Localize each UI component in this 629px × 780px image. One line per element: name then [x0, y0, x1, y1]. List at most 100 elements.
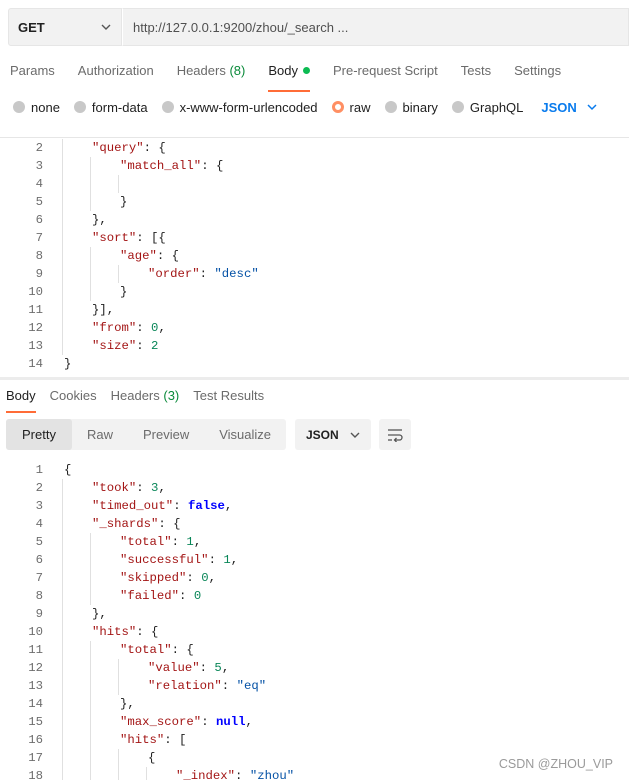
view-pretty-button[interactable]: Pretty: [6, 419, 72, 450]
indent-guide: [62, 749, 63, 767]
code-line: 13 "relation": "eq": [0, 677, 629, 695]
line-number: 12: [28, 321, 43, 335]
url-text: http://127.0.0.1:9200/zhou/_search ...: [133, 19, 349, 35]
code-line: 3 "timed_out": false,: [0, 497, 629, 515]
indent-guide: [118, 265, 119, 283]
code-text: }: [64, 355, 71, 373]
radio-circle-icon: [73, 101, 86, 113]
line-number: 7: [35, 571, 43, 585]
code-line: 9 "order": "desc": [0, 265, 629, 283]
view-raw-button[interactable]: Raw: [72, 419, 128, 450]
chevron-down-icon: [350, 432, 360, 438]
tab-params[interactable]: Params: [0, 56, 65, 86]
indent-guide: [62, 659, 63, 677]
response-format-select[interactable]: JSON: [295, 419, 371, 450]
indent-guide: [62, 515, 63, 533]
code-text: {: [64, 461, 71, 479]
code-token: : {: [156, 249, 180, 263]
code-token: :: [235, 769, 250, 780]
indent-guide: [90, 533, 91, 551]
indent-guide: [90, 283, 91, 301]
radio-form-data[interactable]: form-data: [73, 100, 148, 115]
indent-guide: [62, 319, 63, 337]
indent-guide: [90, 713, 91, 731]
code-line: 13 "size": 2: [0, 337, 629, 355]
url-input[interactable]: http://127.0.0.1:9200/zhou/_search ...: [122, 8, 629, 46]
tab-cookies[interactable]: Cookies: [43, 382, 104, 410]
tab-response-body[interactable]: Body: [0, 382, 43, 413]
code-token: 0: [193, 589, 202, 603]
code-token: }],: [92, 303, 115, 317]
code-text: "relation": "eq": [148, 677, 266, 695]
radio-graphql[interactable]: GraphQL: [451, 100, 523, 115]
code-line: 12 "from": 0,: [0, 319, 629, 337]
indent-guide: [90, 587, 91, 605]
request-body-editor[interactable]: 2 "query": {3 "match_all": {4 5} 6}, 7 "sort":…: [0, 137, 629, 373]
code-token: "hits": [120, 733, 165, 747]
code-token: :: [208, 553, 224, 567]
code-text: "match_all": {: [120, 157, 223, 175]
code-text: {: [148, 749, 155, 767]
code-line: 14},: [0, 695, 629, 713]
radio-circle-icon: [384, 101, 397, 113]
tab-tests[interactable]: Tests: [451, 56, 501, 86]
code-token: "from": [92, 321, 137, 335]
code-text: "max_score": null,: [120, 713, 253, 731]
code-text: }],: [92, 301, 114, 319]
tab-authorization[interactable]: Authorization: [68, 56, 164, 86]
code-line: 2 "query": {: [0, 139, 629, 157]
code-line: 1{: [0, 461, 629, 479]
view-visualize-button[interactable]: Visualize: [204, 419, 286, 450]
line-number: 11: [28, 643, 43, 657]
code-line: 4: [0, 175, 629, 193]
code-token: "query": [92, 141, 144, 155]
wrap-lines-button[interactable]: [379, 419, 411, 450]
tab-body[interactable]: Body: [258, 56, 320, 92]
radio-selected-icon: [331, 101, 344, 113]
view-mode-toolbar: Pretty Raw Preview Visualize: [6, 419, 286, 450]
code-line: 7 "skipped": 0,: [0, 569, 629, 587]
tab-settings[interactable]: Settings: [504, 56, 571, 86]
code-token: "failed": [120, 589, 180, 603]
code-text: "age": {: [120, 247, 179, 265]
code-token: "max_score": [120, 715, 202, 729]
code-text: "value": 5,: [148, 659, 229, 677]
code-token: :: [201, 715, 216, 729]
tab-pre-request-script[interactable]: Pre-request Script: [323, 56, 448, 86]
tab-test-results[interactable]: Test Results: [186, 382, 271, 410]
radio-none[interactable]: none: [13, 100, 60, 115]
indent-guide: [62, 175, 63, 193]
radio-raw[interactable]: raw: [331, 100, 371, 115]
line-number: 4: [35, 517, 43, 531]
tab-response-headers[interactable]: Headers (3): [104, 382, 187, 410]
indent-guide: [62, 623, 63, 641]
radio-binary[interactable]: binary: [384, 100, 438, 115]
response-body-viewer[interactable]: 1{2 "took": 3, 3 "timed_out": false, 4 "_shar…: [0, 459, 629, 780]
indent-guide: [62, 587, 63, 605]
view-preview-button[interactable]: Preview: [128, 419, 204, 450]
code-line: 5 "total": 1,: [0, 533, 629, 551]
method-select[interactable]: GET: [8, 8, 122, 46]
line-number: 1: [35, 463, 43, 477]
code-token: {: [64, 463, 72, 477]
pane-divider[interactable]: [0, 377, 629, 380]
code-token: ,: [208, 571, 216, 585]
code-token: "_index": [176, 769, 236, 780]
body-format-select[interactable]: JSON: [541, 100, 597, 115]
code-text: },: [120, 695, 135, 713]
indent-guide: [90, 569, 91, 587]
line-number: 3: [35, 159, 43, 173]
line-number: 13: [28, 679, 43, 693]
code-line: 16 "hits": [: [0, 731, 629, 749]
code-token: ,: [193, 535, 202, 549]
radio-x-www-form-urlencoded[interactable]: x-www-form-urlencoded: [161, 100, 318, 115]
code-line: 3 "match_all": {: [0, 157, 629, 175]
indent-guide: [90, 193, 91, 211]
headers-count: (8): [229, 63, 246, 78]
code-line: 11}],: [0, 301, 629, 319]
line-number: 2: [35, 141, 43, 155]
code-token: : [: [164, 733, 187, 747]
tab-headers[interactable]: Headers (8): [167, 56, 256, 86]
request-tabs: Params Authorization Headers (8) Body Pr…: [0, 56, 574, 92]
code-token: 5: [214, 661, 222, 675]
